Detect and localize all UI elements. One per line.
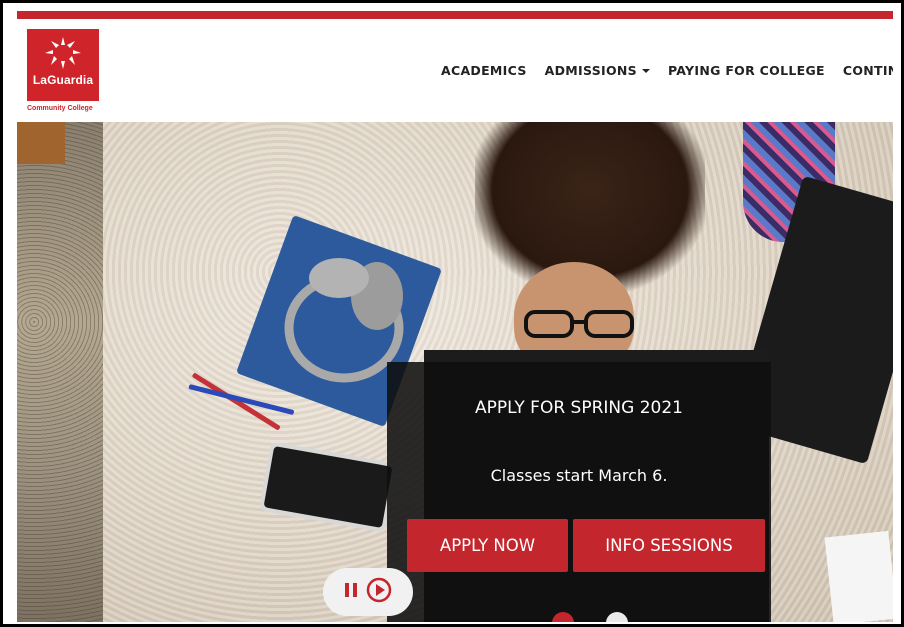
nav-item-paying-for-college[interactable]: PAYING FOR COLLEGE: [668, 63, 825, 78]
hero-banner: APPLY FOR SPRING 2021 Classes start Marc…: [17, 122, 893, 622]
promo-card: APPLY FOR SPRING 2021 Classes start Marc…: [387, 362, 771, 622]
info-sessions-button[interactable]: INFO SESSIONS: [573, 519, 765, 572]
slide-dot-active[interactable]: [552, 612, 574, 622]
page: LaGuardia Community College ACADEMICS AD…: [17, 11, 893, 622]
promo-title: APPLY FOR SPRING 2021: [475, 398, 683, 418]
chevron-down-icon: [641, 68, 650, 73]
wood-floor: [17, 122, 65, 164]
granite-floor: [17, 122, 103, 622]
promo-subtitle: Classes start March 6.: [490, 466, 668, 485]
site-header: LaGuardia Community College ACADEMICS AD…: [17, 19, 893, 122]
nav-label: PAYING FOR COLLEGE: [667, 63, 825, 78]
logo-subtitle: Community College: [27, 105, 93, 112]
nav-item-admissions[interactable]: ADMISSIONS: [545, 63, 650, 78]
slide-indicators: [552, 612, 642, 622]
top-accent-bar: [17, 11, 893, 19]
glasses-image: [524, 310, 634, 338]
nav-label: CONTINUING: [842, 63, 893, 78]
apply-now-button[interactable]: APPLY NOW: [407, 519, 568, 572]
logo-name: LaGuardia: [32, 73, 94, 87]
slider-controls: [323, 568, 413, 616]
nav-item-academics[interactable]: ACADEMICS: [441, 63, 527, 78]
starburst-icon: [45, 37, 81, 69]
pause-icon[interactable]: [344, 582, 358, 603]
main-nav: ACADEMICS ADMISSIONS PAYING FOR COLLEGE …: [441, 63, 893, 78]
play-icon[interactable]: [366, 577, 392, 608]
college-logo[interactable]: LaGuardia: [27, 29, 99, 101]
nav-label: ACADEMICS: [441, 63, 527, 78]
paper-image: [824, 530, 893, 622]
nav-label: ADMISSIONS: [544, 63, 637, 78]
nav-item-continuing[interactable]: CONTINUING: [843, 63, 893, 78]
slide-dot[interactable]: [606, 612, 628, 622]
